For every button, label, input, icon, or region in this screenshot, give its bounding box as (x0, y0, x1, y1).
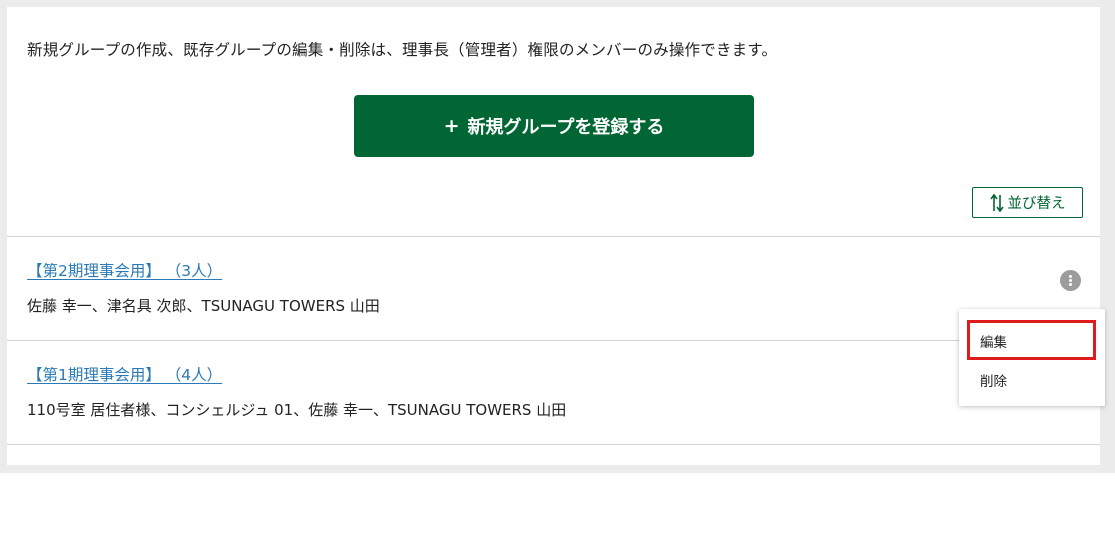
menu-item-delete[interactable]: 削除 (959, 359, 1105, 397)
new-group-button-label: 新規グループを登録する (467, 117, 665, 138)
menu-item-edit[interactable]: 編集 (959, 320, 1105, 360)
permission-notice: 新規グループの作成、既存グループの編集・削除は、理事長（管理者）権限のメンバーの… (27, 41, 778, 59)
divider (7, 444, 1100, 445)
group-members: 110号室 居住者様、コンシェルジュ 01、佐藤 幸一、TSUNAGU TOWE… (27, 401, 567, 419)
more-vertical-icon[interactable] (1060, 270, 1081, 291)
group-members: 佐藤 幸一、津名具 次郎、TSUNAGU TOWERS 山田 (27, 297, 380, 315)
sort-button[interactable]: 並び替え (972, 187, 1083, 218)
menu-item-edit-label: 編集 (980, 335, 1007, 351)
plus-icon: + (443, 115, 460, 137)
sort-arrows-icon (989, 193, 1004, 212)
group-row: 【第2期理事会用】 （3人） 佐藤 幸一、津名具 次郎、TSUNAGU TOWE… (7, 237, 1100, 340)
context-menu: 編集 削除 (959, 309, 1105, 406)
group-title-link[interactable]: 【第1期理事会用】 （4人） (27, 363, 222, 385)
group-list-panel: 新規グループの作成、既存グループの編集・削除は、理事長（管理者）権限のメンバーの… (7, 7, 1100, 465)
group-title-link[interactable]: 【第2期理事会用】 （3人） (27, 259, 222, 281)
sort-button-label: 並び替え (1007, 196, 1066, 212)
menu-item-delete-label: 削除 (980, 374, 1007, 390)
new-group-button[interactable]: + 新規グループを登録する (354, 95, 754, 157)
group-row: 【第1期理事会用】 （4人） 110号室 居住者様、コンシェルジュ 01、佐藤 … (7, 341, 1100, 444)
page-background: 新規グループの作成、既存グループの編集・削除は、理事長（管理者）権限のメンバーの… (0, 0, 1115, 473)
